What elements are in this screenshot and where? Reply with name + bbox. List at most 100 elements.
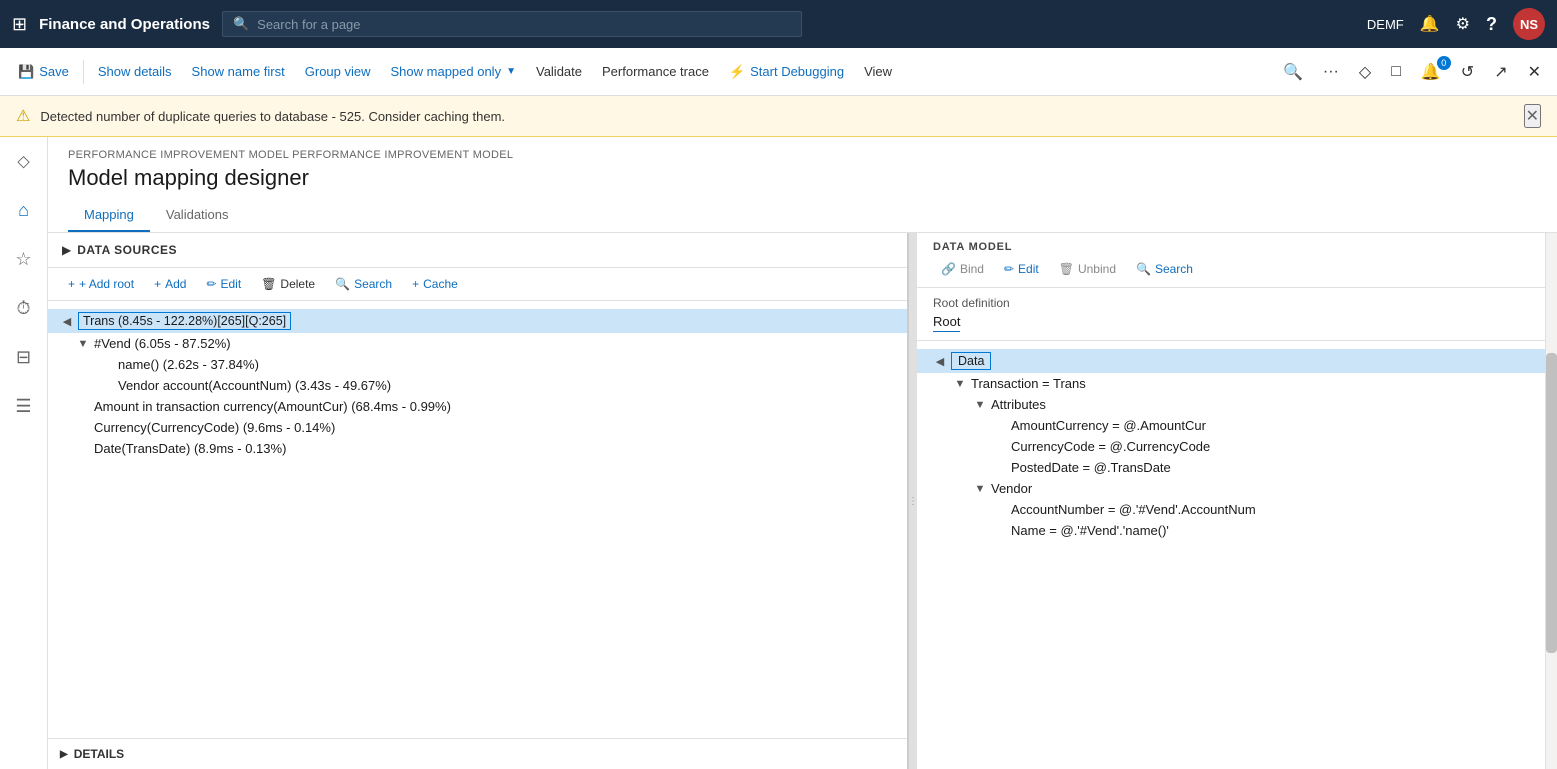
toggle-icon: ▼ bbox=[973, 399, 987, 411]
validate-button[interactable]: Validate bbox=[526, 48, 592, 95]
settings-icon[interactable]: ⚙ bbox=[1456, 14, 1470, 34]
toggle-icon: ◀ bbox=[60, 315, 74, 328]
dm-label-attributes: Attributes bbox=[991, 397, 1046, 412]
dm-node-data[interactable]: ◀ Data bbox=[917, 349, 1557, 373]
sidebar-workspaces-icon[interactable]: ⊟ bbox=[10, 341, 37, 374]
tree-node-date[interactable]: Date(TransDate) (8.9ms - 0.13%) bbox=[48, 438, 907, 459]
add-icon: + bbox=[154, 277, 161, 291]
delete-button[interactable]: 🗑 Delete bbox=[253, 274, 323, 294]
unbind-icon: 🗑 bbox=[1059, 262, 1074, 276]
main-layout: ⬦ ⌂ ☆ ⏱ ⊟ ☰ PERFORMANCE IMPROVEMENT MODE… bbox=[0, 137, 1557, 769]
page-tabs: Mapping Validations bbox=[68, 199, 1537, 232]
dropdown-arrow-icon: ▼ bbox=[506, 66, 516, 77]
dm-node-transaction[interactable]: ▼ Transaction = Trans bbox=[917, 373, 1557, 394]
dm-label-transaction: Transaction = Trans bbox=[971, 376, 1086, 391]
dm-node-attributes[interactable]: ▼ Attributes bbox=[917, 394, 1557, 415]
add-root-icon: + bbox=[68, 277, 75, 291]
data-model-tree: ◀ Data ▼ Transaction = Trans ▼ Attribute… bbox=[917, 341, 1557, 769]
tree-node-trans[interactable]: ◀ Trans (8.45s - 122.28%)[265][Q:265] bbox=[48, 309, 907, 333]
data-model-panel: DATA MODEL 🔗 Bind ✏ Edit 🗑 Unbind bbox=[917, 233, 1557, 769]
dm-label-posted-date: PostedDate = @.TransDate bbox=[1011, 460, 1171, 475]
tab-validations[interactable]: Validations bbox=[150, 199, 245, 232]
page-title: Model mapping designer bbox=[68, 165, 1537, 191]
edit-button[interactable]: ✏ Edit bbox=[198, 274, 249, 294]
tree-node-name[interactable]: name() (2.62s - 37.84%) bbox=[48, 354, 907, 375]
dm-node-posted-date[interactable]: PostedDate = @.TransDate bbox=[917, 457, 1557, 478]
extension-icon[interactable]: □ bbox=[1383, 59, 1409, 85]
data-model-title: DATA MODEL bbox=[933, 241, 1541, 253]
details-bar: ▶ DETAILS bbox=[48, 738, 907, 769]
dm-node-account-number[interactable]: AccountNumber = @.'#Vend'.AccountNum bbox=[917, 499, 1557, 520]
sidebar-list-icon[interactable]: ☰ bbox=[9, 390, 37, 423]
left-sidebar: ⬦ ⌂ ☆ ⏱ ⊟ ☰ bbox=[0, 137, 48, 769]
warning-bar: ⚠ Detected number of duplicate queries t… bbox=[0, 96, 1557, 137]
sidebar-filter-icon[interactable]: ⬦ bbox=[11, 145, 36, 178]
tree-node-currency[interactable]: Currency(CurrencyCode) (9.6ms - 0.14%) bbox=[48, 417, 907, 438]
tab-mapping[interactable]: Mapping bbox=[68, 199, 150, 232]
toggle-icon: ▼ bbox=[953, 378, 967, 390]
node-label-vend: #Vend (6.05s - 87.52%) bbox=[94, 336, 231, 351]
user-avatar[interactable]: NS bbox=[1513, 8, 1545, 40]
show-mapped-button[interactable]: Show mapped only ▼ bbox=[381, 48, 526, 95]
app-title: Finance and Operations bbox=[39, 16, 210, 33]
sidebar-home-icon[interactable]: ⌂ bbox=[12, 194, 35, 227]
unbind-button[interactable]: 🗑 Unbind bbox=[1051, 259, 1124, 279]
node-label-currency: Currency(CurrencyCode) (9.6ms - 0.14%) bbox=[94, 420, 335, 435]
root-definition-value: Root bbox=[933, 314, 960, 332]
more-options-icon[interactable]: ··· bbox=[1315, 59, 1347, 85]
tree-node-vendor-account[interactable]: Vendor account(AccountNum) (3.43s - 49.6… bbox=[48, 375, 907, 396]
app-grid-icon[interactable]: ⊞ bbox=[12, 14, 27, 35]
reload-icon[interactable]: ↺ bbox=[1453, 58, 1482, 86]
dm-node-name[interactable]: Name = @.'#Vend'.'name()' bbox=[917, 520, 1557, 541]
view-button[interactable]: View bbox=[854, 48, 902, 95]
details-toggle-icon[interactable]: ▶ bbox=[60, 749, 68, 760]
data-sources-toolbar: + + Add root + Add ✏ Edit 🗑 Delete bbox=[48, 268, 907, 301]
add-root-button[interactable]: + + Add root bbox=[60, 274, 142, 294]
node-label-vendor-account: Vendor account(AccountNum) (3.43s - 49.6… bbox=[118, 378, 391, 393]
show-details-button[interactable]: Show details bbox=[88, 48, 182, 95]
tree-node-vend[interactable]: ▼ #Vend (6.05s - 87.52%) bbox=[48, 333, 907, 354]
dm-label-name: Name = @.'#Vend'.'name()' bbox=[1011, 523, 1169, 538]
performance-trace-button[interactable]: Performance trace bbox=[592, 48, 719, 95]
dm-label-vendor: Vendor bbox=[991, 481, 1032, 496]
sidebar-favorites-icon[interactable]: ☆ bbox=[9, 243, 37, 276]
notifications-icon[interactable]: 🔔 bbox=[1420, 14, 1440, 34]
diamond-icon[interactable]: ◇ bbox=[1351, 58, 1379, 86]
user-environment: DEMF bbox=[1367, 17, 1404, 32]
tree-node-amount[interactable]: Amount in transaction currency(AmountCur… bbox=[48, 396, 907, 417]
add-button[interactable]: + Add bbox=[146, 274, 194, 294]
dm-edit-button[interactable]: ✏ Edit bbox=[996, 259, 1047, 279]
data-sources-tree: ◀ Trans (8.45s - 122.28%)[265][Q:265] ▼ … bbox=[48, 301, 907, 738]
group-view-button[interactable]: Group view bbox=[295, 48, 381, 95]
close-icon[interactable]: ✕ bbox=[1520, 58, 1549, 86]
search-icon: 🔍 bbox=[233, 16, 249, 32]
help-icon[interactable]: ? bbox=[1486, 14, 1497, 35]
node-label-trans: Trans (8.45s - 122.28%)[265][Q:265] bbox=[78, 312, 291, 330]
right-scrollbar[interactable] bbox=[1545, 233, 1557, 769]
start-debugging-button[interactable]: ⚡ Start Debugging bbox=[719, 48, 854, 95]
external-link-icon[interactable]: ↗ bbox=[1486, 58, 1515, 86]
search-placeholder: Search for a page bbox=[257, 17, 360, 32]
dm-label-data: Data bbox=[951, 352, 991, 370]
badge-button[interactable]: 🔔 0 bbox=[1413, 58, 1449, 86]
cache-button[interactable]: + Cache bbox=[404, 274, 466, 294]
drag-handle[interactable]: ⋮ bbox=[909, 233, 917, 769]
root-definition-label: Root definition bbox=[933, 296, 1541, 310]
save-button[interactable]: 💾 Save bbox=[8, 48, 79, 95]
dm-node-currency-code[interactable]: CurrencyCode = @.CurrencyCode bbox=[917, 436, 1557, 457]
top-navigation: ⊞ Finance and Operations 🔍 Search for a … bbox=[0, 0, 1557, 48]
data-sources-header: ▶ DATA SOURCES bbox=[48, 233, 907, 268]
show-name-button[interactable]: Show name first bbox=[182, 48, 295, 95]
ds-collapse-icon[interactable]: ▶ bbox=[60, 241, 73, 259]
ds-search-button[interactable]: 🔍 Search bbox=[327, 274, 400, 294]
sidebar-recent-icon[interactable]: ⏱ bbox=[10, 292, 36, 325]
dm-label-amount-currency: AmountCurrency = @.AmountCur bbox=[1011, 418, 1206, 433]
bind-button[interactable]: 🔗 Bind bbox=[933, 259, 992, 279]
search-toolbar-icon[interactable]: 🔍 bbox=[1275, 58, 1311, 86]
dm-node-amount-currency[interactable]: AmountCurrency = @.AmountCur bbox=[917, 415, 1557, 436]
node-label-name: name() (2.62s - 37.84%) bbox=[118, 357, 259, 372]
global-search-bar[interactable]: 🔍 Search for a page bbox=[222, 11, 802, 37]
dm-search-button[interactable]: 🔍 Search bbox=[1128, 259, 1201, 279]
dm-node-vendor[interactable]: ▼ Vendor bbox=[917, 478, 1557, 499]
warning-close-button[interactable]: ✕ bbox=[1524, 104, 1541, 128]
